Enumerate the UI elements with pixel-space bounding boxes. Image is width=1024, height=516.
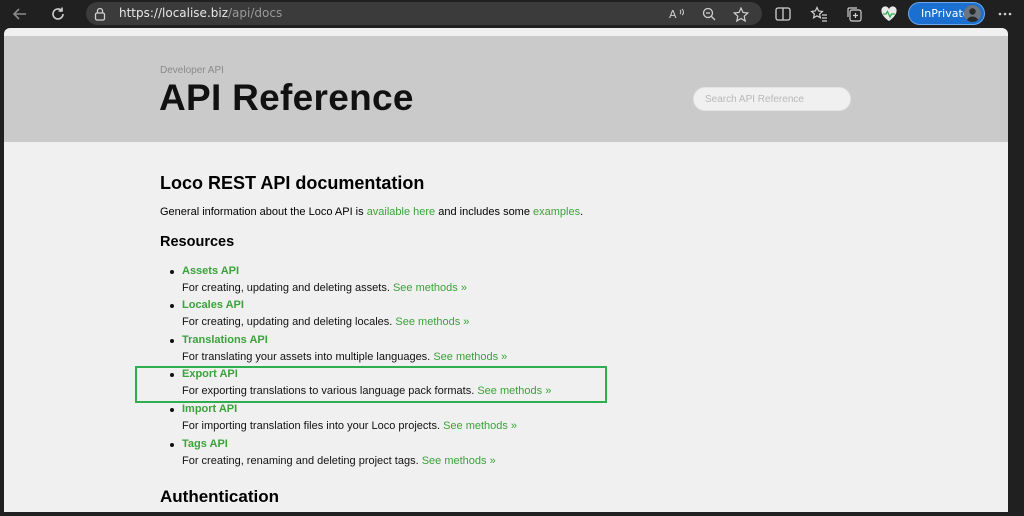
resource-link[interactable]: Locales API [182, 299, 244, 311]
refresh-button[interactable] [47, 4, 69, 24]
back-arrow-icon [12, 8, 26, 20]
resource-description: For creating, updating and deleting asse… [182, 282, 467, 294]
favorites-icon[interactable] [809, 4, 829, 24]
resource-description: For translating your assets into multipl… [182, 351, 507, 363]
resource-link[interactable]: Assets API [182, 265, 239, 277]
intro-paragraph: General information about the Loco API i… [160, 206, 583, 218]
svg-text:A: A [669, 8, 677, 21]
url-path: /api/docs [228, 6, 283, 20]
search-input[interactable] [693, 87, 851, 111]
available-here-link[interactable]: available here [367, 206, 436, 218]
split-screen-icon[interactable] [773, 4, 793, 24]
see-methods-link[interactable]: See methods » [422, 455, 496, 467]
resource-link[interactable]: Tags API [182, 438, 228, 450]
see-methods-link[interactable]: See methods » [393, 282, 467, 294]
intro-text-middle: and includes some [435, 206, 534, 218]
resource-desc-text: For creating, updating and deleting loca… [182, 316, 396, 328]
hero-eyebrow: Developer API [160, 65, 224, 76]
resource-link[interactable]: Import API [182, 403, 237, 415]
resource-description: For creating, updating and deleting loca… [182, 316, 469, 328]
resource-description: For importing translation files into you… [182, 420, 517, 432]
scrollbar[interactable] [1008, 28, 1024, 516]
bullet [170, 304, 174, 308]
intro-text-suffix: . [580, 206, 584, 218]
bullet [170, 339, 174, 343]
refresh-icon [52, 7, 64, 20]
url-host: https://localise.biz [119, 6, 229, 20]
more-menu-icon[interactable] [995, 4, 1015, 24]
hero-header: Developer API API Reference [4, 36, 1008, 142]
resource-description: For creating, renaming and deleting proj… [182, 455, 496, 467]
intro-text: General information about the Loco API i… [160, 206, 367, 218]
lock-icon[interactable] [94, 6, 106, 25]
see-methods-link[interactable]: See methods » [395, 316, 469, 328]
resource-desc-text: For translating your assets into multipl… [182, 351, 434, 363]
inprivate-button[interactable]: InPrivate [908, 2, 985, 25]
examples-link[interactable]: examples [533, 206, 580, 218]
collections-icon[interactable] [844, 4, 864, 24]
bullet [170, 408, 174, 412]
page-title: API Reference [159, 77, 414, 118]
favorite-star-icon[interactable] [732, 6, 750, 22]
resource-desc-text: For creating, updating and deleting asse… [182, 282, 393, 294]
address-url: https://localise.biz/api/docs [119, 6, 282, 20]
bullet [170, 270, 174, 274]
authentication-heading: Authentication [160, 487, 279, 506]
resource-desc-text: For importing translation files into you… [182, 420, 444, 432]
export-api-highlight-box [135, 366, 607, 403]
section-heading: Loco REST API documentation [160, 173, 425, 193]
resource-link[interactable]: Translations API [182, 334, 268, 346]
back-button[interactable] [9, 4, 31, 24]
address-bar[interactable]: https://localise.biz/api/docs A [86, 2, 762, 25]
browser-toolbar: https://localise.biz/api/docs A InPrivat… [0, 0, 1024, 28]
read-aloud-icon[interactable]: A [668, 6, 686, 22]
resource-desc-text: For creating, renaming and deleting proj… [182, 455, 422, 467]
bullet [170, 443, 174, 447]
see-methods-link[interactable]: See methods » [443, 420, 517, 432]
resources-heading: Resources [160, 234, 235, 250]
page-viewport: Developer API API Reference Loco REST AP… [4, 28, 1008, 512]
see-methods-link[interactable]: See methods » [433, 351, 507, 363]
zoom-icon[interactable] [700, 6, 718, 22]
browser-essentials-icon[interactable] [879, 4, 899, 24]
inprivate-label: InPrivate [921, 7, 970, 20]
profile-avatar-icon [964, 5, 981, 22]
